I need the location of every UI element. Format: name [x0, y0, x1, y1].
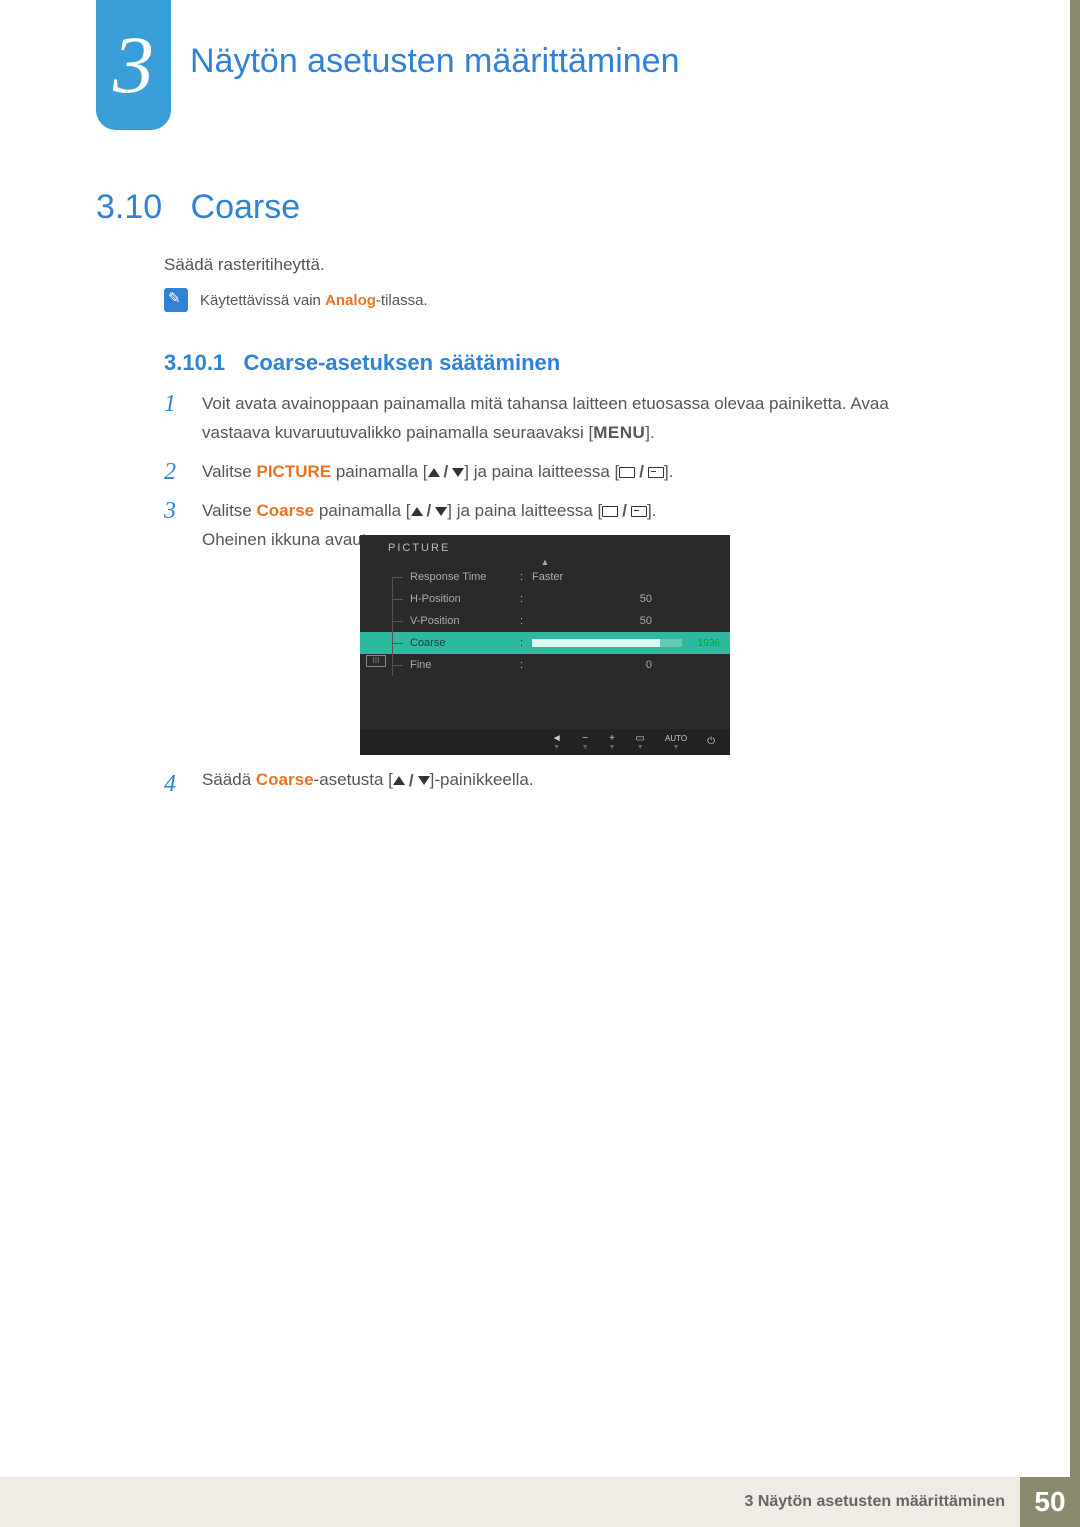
step-text: ]. [647, 501, 656, 520]
osd-row-coarse-active: Coarse : 1936 [360, 632, 730, 654]
step-2: 2 Valitse PICTURE painamalla [/] ja pain… [164, 458, 954, 487]
highlight: Coarse [257, 501, 315, 520]
pencil-note-icon [164, 288, 188, 312]
step-number: 3 [164, 497, 184, 555]
step-text: ] ja paina laitteessa [ [464, 462, 619, 481]
osd-label: Response Time [400, 571, 520, 583]
osd-label: H-Position [400, 593, 520, 605]
step-4: 4 Säädä Coarse-asetusta [/]-painikkeella… [164, 770, 954, 799]
subsection-number: 3.10.1 [164, 350, 225, 375]
step-number: 1 [164, 390, 184, 448]
osd-scroll-up-icon: ▲ [360, 558, 730, 566]
step-body: Säädä Coarse-asetusta [/]-painikkeella. [202, 770, 954, 799]
note-text: Käytettävissä vain Analog-tilassa. [200, 292, 428, 309]
note-prefix: Käytettävissä vain [200, 292, 325, 309]
subsection-heading: 3.10.1 Coarse-asetuksen säätäminen [164, 350, 560, 376]
osd-btn-minus: −▼ [582, 734, 589, 751]
osd-row-response-time: Response Time : Faster [360, 566, 730, 588]
step-number: 4 [164, 770, 184, 799]
osd-value: 0 [532, 659, 662, 671]
up-down-icon: / [428, 458, 465, 487]
subsection-title: Coarse-asetuksen säätäminen [244, 350, 561, 375]
page-number: 50 [1020, 1477, 1080, 1527]
chapter-title: Näytön asetusten määrittäminen [190, 42, 679, 81]
osd-bottom-bar: ◄▼ −▼ +▼ ▭▼ AUTO▼ ⏻ [360, 729, 730, 755]
step-body: Voit avata avainoppaan painamalla mitä t… [202, 390, 954, 448]
step-text: ]. [645, 423, 654, 442]
intro-text: Säädä rasteritiheyttä. [164, 255, 325, 275]
note-suffix: -tilassa. [376, 292, 428, 309]
step-body: Valitse PICTURE painamalla [/] ja paina … [202, 458, 954, 487]
chapter-number: 3 [113, 24, 154, 106]
osd-btn-back: ◄▼ [552, 734, 562, 751]
osd-row-v-position: V-Position : 50 [360, 610, 730, 632]
step-text: Voit avata avainoppaan painamalla mitä t… [202, 394, 889, 442]
osd-btn-enter: ▭▼ [636, 734, 645, 751]
osd-side-icon: III [366, 655, 386, 667]
osd-label: Coarse [400, 637, 520, 649]
step-text: Säädä [202, 770, 256, 789]
osd-value: 1936 [690, 638, 730, 649]
step-text: ]. [664, 462, 673, 481]
step-text: ]-painikkeella. [430, 770, 534, 789]
osd-label: V-Position [400, 615, 520, 627]
section-heading: 3.10 Coarse [96, 188, 300, 227]
osd-btn-auto: AUTO▼ [665, 734, 687, 751]
osd-btn-power: ⏻ [707, 737, 715, 747]
step-text: painamalla [ [314, 501, 410, 520]
step-text: Valitse [202, 501, 257, 520]
osd-row-h-position: H-Position : 50 [360, 588, 730, 610]
footer-text: 3 Näytön asetusten määrittäminen [0, 1477, 1020, 1527]
step-text: ] ja paina laitteessa [ [447, 501, 602, 520]
osd-label: Fine [400, 659, 520, 671]
osd-title: PICTURE [360, 535, 730, 558]
section-title: Coarse [191, 188, 301, 226]
up-down-icon: / [393, 771, 430, 791]
step-text: painamalla [ [331, 462, 427, 481]
device-icons: / [602, 497, 647, 526]
page-footer: 3 Näytön asetusten määrittäminen 50 [0, 1477, 1080, 1527]
menu-label: MENU [593, 423, 645, 442]
step-number: 2 [164, 458, 184, 487]
osd-btn-plus: +▼ [609, 734, 616, 751]
osd-slider-bar [532, 639, 682, 647]
osd-value: Faster [532, 571, 662, 583]
highlight: PICTURE [257, 462, 332, 481]
highlight: Coarse [256, 770, 314, 789]
device-icons: / [619, 458, 664, 487]
step-text: -asetusta [ [314, 770, 393, 789]
step-1: 1 Voit avata avainoppaan painamalla mitä… [164, 390, 954, 448]
osd-value: 50 [532, 615, 662, 627]
section-number: 3.10 [96, 188, 162, 226]
up-down-icon: / [411, 497, 448, 526]
osd-menu: PICTURE ▲ Response Time : Faster H-Posit… [360, 535, 730, 755]
info-note: Käytettävissä vain Analog-tilassa. [164, 288, 428, 312]
step-text: Valitse [202, 462, 257, 481]
osd-value: 50 [532, 593, 662, 605]
osd-row-fine: Fine : 0 [360, 654, 730, 676]
note-highlight: Analog [325, 292, 376, 309]
side-stripe [1070, 0, 1080, 1480]
chapter-tab: 3 [96, 0, 171, 130]
